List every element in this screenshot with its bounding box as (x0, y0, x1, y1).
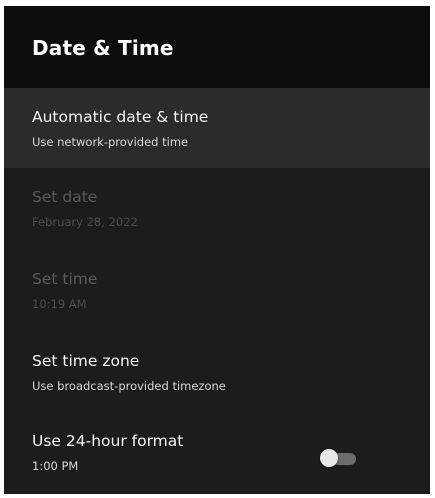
setting-subtitle: Use network-provided time (32, 135, 189, 149)
page-title: Date & Time (32, 36, 174, 60)
setting-subtitle: 10:19 AM (32, 297, 87, 311)
setting-title: Set time (32, 270, 98, 288)
setting-set-time-zone[interactable]: Set time zone Use broadcast-provided tim… (4, 332, 430, 412)
setting-title: Set date (32, 188, 98, 206)
setting-set-time[interactable]: Set time 10:19 AM (4, 250, 430, 330)
setting-set-date[interactable]: Set date February 28, 2022 (4, 168, 430, 248)
setting-subtitle: February 28, 2022 (32, 215, 138, 229)
toggle-thumb (320, 449, 338, 467)
setting-title: Automatic date & time (32, 108, 209, 126)
settings-panel: Date & Time Automatic date & time Use ne… (4, 6, 430, 494)
header: Date & Time (4, 6, 430, 88)
setting-automatic-date-time[interactable]: Automatic date & time Use network-provid… (4, 88, 430, 168)
setting-title: Use 24-hour format (32, 432, 184, 450)
setting-title: Set time zone (32, 352, 140, 370)
24-hour-format-toggle[interactable] (320, 449, 358, 467)
setting-subtitle: Use broadcast-provided timezone (32, 379, 226, 393)
setting-use-24-hour-format[interactable]: Use 24-hour format 1:00 PM (4, 412, 430, 492)
setting-subtitle: 1:00 PM (32, 459, 79, 473)
